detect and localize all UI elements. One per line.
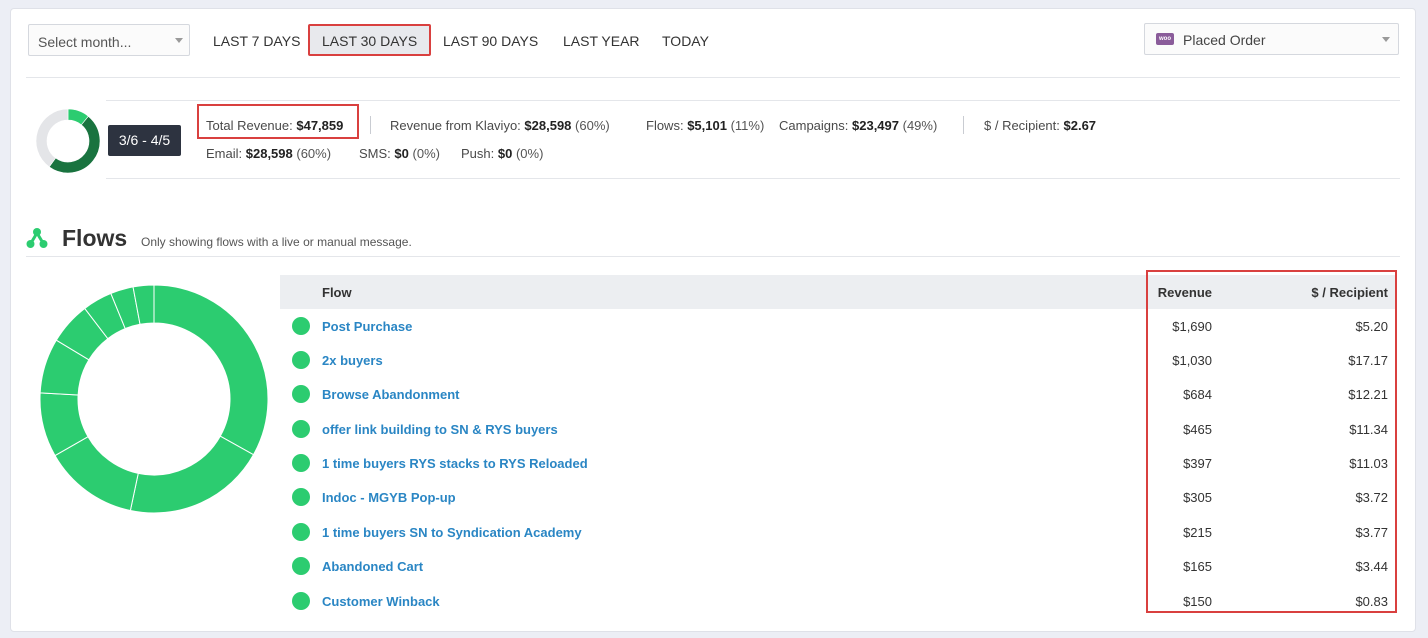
flow-name-link[interactable]: Browse Abandonment <box>322 387 459 402</box>
flow-name-link[interactable]: Customer Winback <box>322 594 440 609</box>
flows-revenue-donut <box>39 284 269 514</box>
per-recipient-value: $2.67 <box>1063 118 1097 133</box>
flow-status-dot <box>292 454 310 472</box>
total-revenue-label: Total Revenue: <box>206 118 293 133</box>
woocommerce-logo-icon: woo <box>1156 33 1174 45</box>
flow-status-dot <box>292 385 310 403</box>
klaviyo-revenue-value: $28,598 <box>524 118 572 133</box>
sms-revenue-stat: SMS: $0 (0%) <box>359 146 440 161</box>
month-select[interactable]: Select month... <box>28 24 190 56</box>
date-range-badge: 3/6 - 4/5 <box>108 125 181 156</box>
per-recipient-stat: $ / Recipient: $2.67 <box>984 118 1096 133</box>
divider <box>26 256 1400 257</box>
metric-select[interactable]: woo Placed Order <box>1144 23 1399 55</box>
metric-select-label: Placed Order <box>1183 32 1266 48</box>
flows-revenue-value: $5,101 <box>687 118 727 133</box>
range-last-90-days[interactable]: LAST 90 DAYS <box>443 24 538 56</box>
month-select-label: Select month... <box>38 34 132 50</box>
divider <box>26 77 1400 78</box>
revenue-share-donut <box>35 108 101 174</box>
push-revenue-value: $0 <box>497 146 513 161</box>
total-revenue-value: $47,859 <box>296 118 344 133</box>
divider <box>106 178 1400 179</box>
campaigns-revenue-value: $23,497 <box>852 118 899 133</box>
divider <box>106 100 1400 101</box>
klaviyo-revenue-pct: (60%) <box>575 118 610 133</box>
flow-name-link[interactable]: 1 time buyers SN to Syndication Academy <box>322 525 582 540</box>
separator <box>963 116 964 134</box>
revenue-columns-highlight <box>1146 270 1397 613</box>
chevron-down-icon <box>175 38 183 43</box>
flow-name-link[interactable]: offer link building to SN & RYS buyers <box>322 422 558 437</box>
flow-status-dot <box>292 488 310 506</box>
range-today[interactable]: TODAY <box>662 24 709 56</box>
sms-revenue-pct: (0%) <box>412 146 440 161</box>
sms-revenue-label: SMS: <box>359 146 391 161</box>
campaigns-revenue-pct: (49%) <box>902 118 938 133</box>
flows-title: Flows <box>62 225 128 251</box>
range-last-year[interactable]: LAST YEAR <box>563 24 640 56</box>
flow-status-dot <box>292 420 310 438</box>
push-revenue-pct: (0%) <box>515 146 544 161</box>
email-revenue-value: $28,598 <box>245 146 293 161</box>
flow-status-dot <box>292 557 310 575</box>
flows-subtitle: Only showing flows with a live or manual… <box>141 235 412 249</box>
klaviyo-revenue-label: Revenue from Klaviyo: <box>390 118 521 133</box>
flow-name-link[interactable]: Abandoned Cart <box>322 559 423 574</box>
flow-status-dot <box>292 317 310 335</box>
campaigns-revenue-stat: Campaigns: $23,497 (49%) <box>779 118 937 133</box>
flow-name-link[interactable]: 1 time buyers RYS stacks to RYS Reloaded <box>322 456 588 471</box>
campaigns-revenue-label: Campaigns: <box>779 118 849 133</box>
mini-donut-campaigns-slice <box>48 115 101 174</box>
flow-name-link[interactable]: Post Purchase <box>322 319 412 334</box>
flow-name-link[interactable]: 2x buyers <box>322 353 383 368</box>
per-recipient-label: $ / Recipient: <box>984 118 1060 133</box>
flow-status-dot <box>292 523 310 541</box>
flows-revenue-label: Flows: <box>646 118 684 133</box>
flows-icon <box>26 228 48 248</box>
klaviyo-revenue-stat: Revenue from Klaviyo: $28,598 (60%) <box>390 118 610 133</box>
flow-status-dot <box>292 592 310 610</box>
push-revenue-stat: Push: $0 (0%) <box>461 146 543 161</box>
total-revenue-stat: Total Revenue: $47,859 <box>206 118 343 133</box>
separator <box>370 116 371 134</box>
flow-status-dot <box>292 351 310 369</box>
flows-revenue-stat: Flows: $5,101 (11%) <box>646 118 764 133</box>
flows-revenue-pct: (11%) <box>730 118 765 133</box>
range-last-30-days[interactable]: LAST 30 DAYS <box>308 24 432 56</box>
mini-donut-other-slice <box>35 108 69 168</box>
col-flow-header: Flow <box>322 285 352 300</box>
email-revenue-stat: Email: $28,598 (60%) <box>206 146 331 161</box>
flow-name-link[interactable]: Indoc - MGYB Pop-up <box>322 490 456 505</box>
range-last-7-days[interactable]: LAST 7 DAYS <box>213 24 300 56</box>
donut-slice-2[interactable] <box>129 435 255 514</box>
sms-revenue-value: $0 <box>394 146 409 161</box>
donut-slice-1[interactable] <box>153 284 269 456</box>
chevron-down-icon <box>1382 37 1390 42</box>
email-revenue-pct: (60%) <box>296 146 332 161</box>
email-revenue-label: Email: <box>206 146 243 161</box>
push-revenue-label: Push: <box>461 146 495 161</box>
